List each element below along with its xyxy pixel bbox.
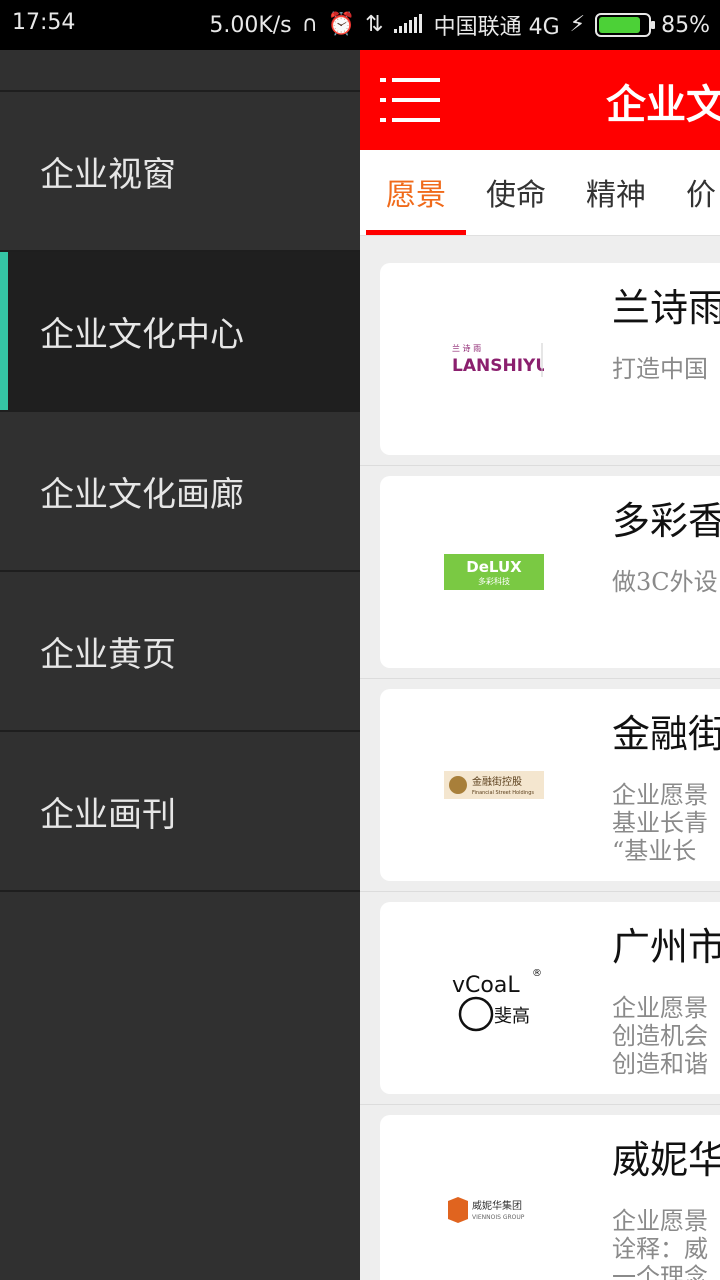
company-logo: 威妮华集团 VIENNOIS GROUP xyxy=(444,1195,544,1229)
company-card[interactable]: DeLUX 多彩科技 多彩香 做3C外设 xyxy=(380,476,720,668)
company-name: 多彩香 xyxy=(612,499,720,543)
svg-text:VIENNOIS GROUP: VIENNOIS GROUP xyxy=(472,1214,525,1221)
battery-fill xyxy=(599,17,640,33)
company-logo: 金融街控股 Financial Street Holdings xyxy=(444,771,544,803)
drawer-item-label: 企业文化中心 xyxy=(40,314,244,355)
drawer-top-divider xyxy=(0,50,360,92)
company-card[interactable]: 威妮华集团 VIENNOIS GROUP 威妮华 企业愿景 诠释：威 一个理念 xyxy=(380,1115,720,1280)
active-tab-indicator xyxy=(366,230,466,235)
svg-text:威妮华集团: 威妮华集团 xyxy=(472,1199,522,1212)
company-card[interactable]: vCoaL 斐高 ® 广州市 企业愿景 创造机会 创造和谐 xyxy=(380,902,720,1094)
svg-text:多彩科技: 多彩科技 xyxy=(478,576,510,586)
drawer-item-culture-center[interactable]: 企业文化中心 xyxy=(0,252,360,412)
company-description: 企业愿景 基业长青 “基业长 xyxy=(612,781,708,865)
svg-text:LANSHIYU: LANSHIYU xyxy=(452,356,544,376)
company-description: 企业愿景 诠释：威 一个理念 xyxy=(612,1207,708,1280)
list-divider xyxy=(360,465,720,466)
tab-bar: 愿景 使命 精神 价 xyxy=(360,150,720,236)
company-description: 企业愿景 创造机会 创造和谐 xyxy=(612,994,708,1078)
drawer-item-magazine[interactable]: 企业画刊 xyxy=(0,732,360,892)
list-divider xyxy=(360,1104,720,1105)
list-divider xyxy=(360,891,720,892)
svg-text:斐高: 斐高 xyxy=(494,1006,530,1027)
battery-percent: 85% xyxy=(661,12,710,38)
status-bar: 17:54 5.00K/s ∩ ⏰ ⇅ 中国联通 4G ⚡ 85% xyxy=(0,0,720,50)
svg-text:vCoaL: vCoaL xyxy=(452,973,520,998)
svg-text:DeLUX: DeLUX xyxy=(466,558,522,576)
svg-text:金融街控股: 金融街控股 xyxy=(472,775,522,788)
drawer-item-yellow-pages[interactable]: 企业黄页 xyxy=(0,572,360,732)
company-name: 金融街 xyxy=(612,712,720,756)
list-divider xyxy=(360,678,720,679)
svg-text:Financial Street Holdings: Financial Street Holdings xyxy=(472,790,534,796)
svg-text:兰 诗 雨: 兰 诗 雨 xyxy=(452,343,481,353)
menu-icon[interactable] xyxy=(380,78,440,122)
main-panel: 企业文 愿景 使命 精神 价 兰 诗 雨 LANSHIYU 兰诗雨 打造中国 D… xyxy=(360,50,720,1280)
signal-icon xyxy=(393,13,424,38)
status-time: 17:54 xyxy=(12,10,76,35)
alarm-icon: ⏰ xyxy=(327,12,356,37)
network-speed: 5.00K/s xyxy=(209,12,292,38)
company-name: 兰诗雨 xyxy=(612,286,720,330)
company-card[interactable]: 金融街控股 Financial Street Holdings 金融街 企业愿景… xyxy=(380,689,720,881)
navigation-drawer: 企业视窗 企业文化中心 企业文化画廊 企业黄页 企业画刊 xyxy=(0,50,360,1280)
page-title: 企业文 xyxy=(606,81,720,128)
data-transfer-icon: ⇅ xyxy=(365,12,384,37)
charging-icon: ⚡ xyxy=(569,12,586,37)
drawer-item-label: 企业黄页 xyxy=(40,634,176,675)
drawer-item-label: 企业画刊 xyxy=(40,794,176,835)
company-logo: vCoaL 斐高 ® xyxy=(444,962,544,1046)
company-description: 打造中国 xyxy=(612,355,708,383)
drawer-item-label: 企业文化画廊 xyxy=(40,474,244,515)
battery-icon xyxy=(595,13,656,37)
headset-icon: ∩ xyxy=(301,12,318,37)
company-card[interactable]: 兰 诗 雨 LANSHIYU 兰诗雨 打造中国 xyxy=(380,263,720,455)
company-name: 广州市 xyxy=(612,925,720,969)
drawer-item-label: 企业视窗 xyxy=(40,154,176,195)
company-name: 威妮华 xyxy=(612,1138,720,1182)
tab-spirit[interactable]: 精神 xyxy=(586,170,646,214)
company-logo: 兰 诗 雨 LANSHIYU xyxy=(444,341,549,385)
svg-text:®: ® xyxy=(532,968,542,979)
company-description: 做3C外设 xyxy=(612,568,718,596)
drawer-item-enterprise-window[interactable]: 企业视窗 xyxy=(0,92,360,252)
tab-values[interactable]: 价 xyxy=(686,170,716,214)
status-right: 5.00K/s ∩ ⏰ ⇅ 中国联通 4G ⚡ 85% xyxy=(209,9,710,41)
app-header: 企业文 xyxy=(360,50,720,150)
company-logo: DeLUX 多彩科技 xyxy=(444,554,544,594)
carrier-label: 中国联通 4G xyxy=(433,15,560,40)
tab-vision[interactable]: 愿景 xyxy=(386,170,446,214)
tab-mission[interactable]: 使命 xyxy=(486,170,546,214)
drawer-item-culture-gallery[interactable]: 企业文化画廊 xyxy=(0,412,360,572)
